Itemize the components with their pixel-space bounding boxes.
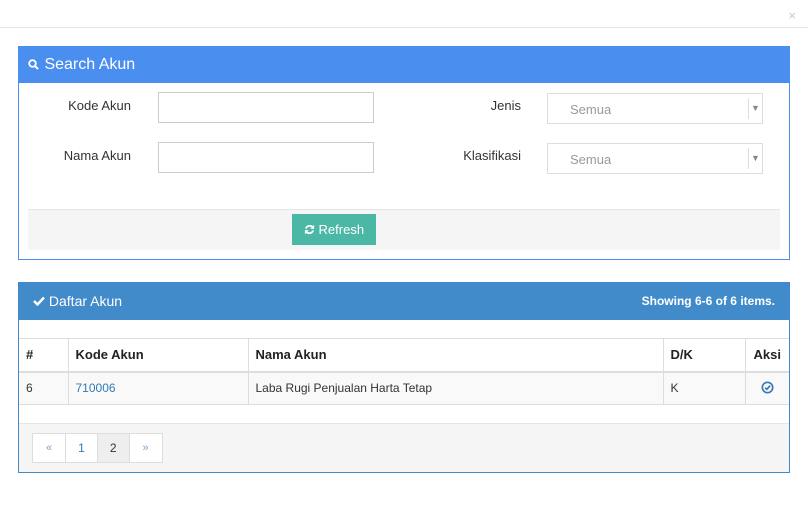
list-panel-heading: Daftar Akun Showing 6-6 of 6 items. (19, 283, 789, 320)
nama-akun-input[interactable] (158, 142, 374, 173)
list-summary: Showing 6-6 of 6 items. (641, 294, 775, 308)
pagination-page-2[interactable]: 2 (96, 433, 130, 463)
kode-akun-input[interactable] (158, 92, 374, 123)
pagination-bar: « 1 2 » (19, 423, 789, 472)
search-panel: Search Akun Kode Akun Nama Akun Jenis Se… (18, 46, 790, 260)
list-panel-title-group: Daftar Akun (33, 283, 122, 319)
kode-akun-label: Kode Akun (68, 98, 131, 113)
pagination-prev[interactable]: « (32, 433, 67, 463)
chevron-down-icon: ▼ (748, 98, 762, 119)
row-aksi (744, 371, 789, 405)
modal-header: × (0, 0, 808, 28)
col-header-nama-akun: Nama Akun (247, 338, 664, 373)
pagination-page-1[interactable]: 1 (65, 433, 98, 463)
refresh-icon (304, 222, 319, 237)
pagination: « 1 2 » (32, 433, 163, 463)
jenis-label: Jenis (490, 98, 521, 113)
list-panel-title: Daftar Akun (48, 293, 123, 309)
col-header-aksi: Aksi (744, 338, 789, 373)
chevron-down-icon: ▼ (748, 148, 762, 169)
jenis-select-value: Semua (570, 102, 612, 117)
search-panel-title: Search Akun (44, 56, 136, 73)
klasifikasi-select-value: Semua (570, 152, 612, 167)
list-panel: Daftar Akun Showing 6-6 of 6 items. # Ko… (18, 282, 790, 473)
kode-akun-link[interactable]: 710006 (76, 381, 116, 395)
search-panel-footer: Refresh (28, 209, 780, 250)
klasifikasi-label: Klasifikasi (463, 148, 521, 163)
col-header-no: # (19, 338, 69, 373)
col-header-dk: D/K (662, 338, 746, 373)
pagination-next[interactable]: » (128, 433, 163, 463)
col-header-kode-akun: Kode Akun (67, 338, 249, 373)
klasifikasi-select[interactable]: Semua ▼ (547, 143, 763, 174)
nama-akun-label: Nama Akun (63, 148, 131, 163)
table-header-row: # Kode Akun Nama Akun D/K Aksi (19, 338, 789, 373)
table-row: 6 710006 Laba Rugi Penjualan Harta Tetap… (19, 371, 789, 405)
row-kode-akun: 710006 (67, 371, 249, 405)
refresh-button[interactable]: Refresh (292, 214, 376, 245)
close-icon[interactable]: × (788, 9, 796, 22)
check-circle-icon[interactable] (761, 381, 774, 395)
jenis-select[interactable]: Semua ▼ (547, 93, 763, 124)
check-icon (33, 293, 49, 309)
search-panel-heading: Search Akun (19, 47, 789, 83)
row-nama-akun: Laba Rugi Penjualan Harta Tetap (247, 371, 664, 405)
row-dk: K (662, 371, 746, 405)
akun-table: # Kode Akun Nama Akun D/K Aksi 6 710006 … (19, 338, 789, 405)
refresh-button-label: Refresh (318, 222, 365, 237)
search-icon (28, 48, 40, 84)
row-no: 6 (19, 371, 69, 405)
